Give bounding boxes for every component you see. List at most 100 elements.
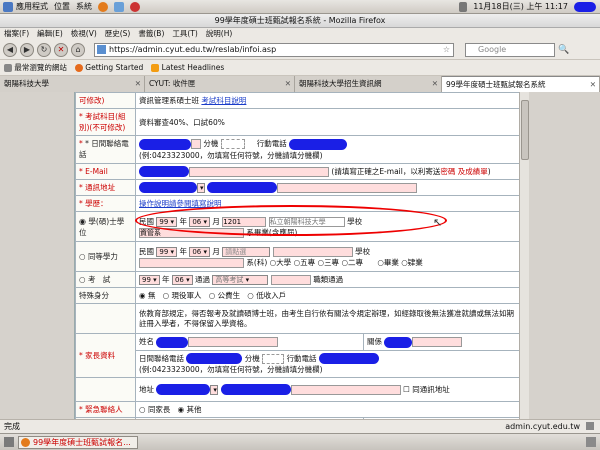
menu-tools[interactable]: 工具(T) [172, 28, 197, 40]
applications-icon[interactable] [3, 1, 13, 12]
firefox-launcher-icon[interactable] [98, 1, 108, 12]
search-go-icon[interactable]: 🔍 [558, 45, 569, 55]
education-label: * 學歷： [75, 195, 136, 212]
equiv-status-withdrawn[interactable]: ○肄業 [401, 258, 423, 267]
clock[interactable]: 11月18日(三) 上午 11:17 [473, 1, 568, 12]
tab-label: 99學年度碩士班甄試報名系統 [446, 80, 546, 89]
parent-name-label: 姓名 [139, 337, 154, 346]
equiv-status-graduated[interactable]: ○畢業 [377, 258, 399, 267]
show-desktop-icon[interactable] [4, 437, 14, 447]
tab-registration[interactable]: 99學年度碩士班甄試報名系統 ✕ [442, 76, 600, 92]
network-icon[interactable] [459, 1, 468, 12]
tab-cyut-home[interactable]: 朝陽科技大學 ✕ [0, 76, 145, 92]
forward-icon[interactable]: ▶ [20, 42, 34, 57]
mail-launcher-icon[interactable] [114, 1, 124, 12]
email-input[interactable] [189, 166, 329, 177]
day-phone-input-redacted[interactable] [139, 138, 191, 150]
status-lowincome-option[interactable]: ○ 低收入戶 [247, 291, 286, 300]
parent-ext-input[interactable] [262, 353, 285, 364]
parent-rel-cell: 關係 [363, 333, 520, 351]
trash-icon[interactable] [586, 437, 596, 447]
security-lock-icon[interactable] [586, 422, 594, 430]
tab-admissions[interactable]: 朝陽科技大學招生資訊網 ✕ [295, 76, 442, 92]
parent-addr-city-redacted[interactable] [156, 384, 211, 396]
search-input[interactable]: Google [465, 42, 555, 57]
menu-file[interactable]: 檔案(F) [4, 28, 29, 40]
address-city-redacted[interactable] [139, 182, 197, 193]
parent-name-input[interactable] [188, 337, 279, 347]
mouse-cursor-icon: ↖ [433, 216, 443, 229]
address-input[interactable] [277, 182, 418, 193]
taskbar-firefox-window[interactable]: 99學年度碩士班甄試報名... [18, 436, 138, 449]
address-street-redacted[interactable] [207, 182, 278, 193]
parent-addr-city-select[interactable]: ▾ [210, 384, 219, 395]
ext-input[interactable] [220, 139, 245, 149]
menu-edit[interactable]: 編輯(E) [37, 28, 63, 40]
address-city-select[interactable]: ▾ [197, 182, 205, 193]
equiv-option-2yr[interactable]: ○二專 [341, 258, 363, 267]
menu-bookmarks[interactable]: 書籤(B) [138, 28, 164, 40]
menu-view[interactable]: 檢視(V) [71, 28, 97, 40]
menu-system[interactable]: 系統 [76, 1, 92, 12]
menu-history[interactable]: 歷史(S) [105, 28, 131, 40]
bookmark-star-icon[interactable]: ☆ [443, 44, 450, 56]
equiv-district-select[interactable]: 請點選 [222, 246, 271, 257]
vertical-scrollbar[interactable] [519, 92, 529, 419]
user-menu-redacted[interactable] [574, 1, 596, 12]
home-icon[interactable]: ⌂ [71, 42, 85, 57]
bookmark-most-visited[interactable]: 最常瀏覽的網站 [4, 62, 67, 73]
ext-label: 分機 [203, 139, 219, 148]
back-icon[interactable]: ◀ [3, 42, 17, 57]
site-identity-icon[interactable] [97, 44, 106, 54]
emergency-other-option[interactable]: ◉ 其他 [178, 405, 202, 414]
equiv-option-university[interactable]: ○大學 [270, 258, 292, 267]
day-phone-input[interactable] [191, 139, 201, 149]
equiv-radio-icon[interactable]: ○ [79, 252, 86, 261]
url-input[interactable]: https://admin.cyut.edu.tw/reslab/infoi.a… [94, 42, 454, 57]
status-funded-option[interactable]: ○ 公費生 [209, 291, 240, 300]
stop-icon[interactable]: ✕ [54, 42, 68, 57]
close-tab-icon[interactable]: ✕ [590, 77, 596, 92]
parent-same-checkbox[interactable]: ☐ 同通訊地址 [403, 385, 450, 394]
parent-rel-input[interactable] [412, 337, 463, 347]
menu-places[interactable]: 位置 [54, 1, 70, 12]
equiv-option-5yr[interactable]: ○五專 [294, 258, 316, 267]
equiv-year-select[interactable]: 99 ▾ [156, 246, 178, 257]
close-tab-icon[interactable]: ✕ [135, 76, 141, 91]
equiv-school-input[interactable] [272, 246, 353, 257]
exam2-month-select[interactable]: 06 ▾ [171, 275, 193, 285]
close-tab-icon[interactable]: ✕ [285, 76, 291, 91]
parent-phone-redacted[interactable] [186, 353, 243, 364]
exam2-radio-icon[interactable]: ○ [79, 275, 86, 284]
status-none-option[interactable]: ◉ 無 [139, 291, 155, 300]
status-military-option[interactable]: ○ 現役軍人 [163, 291, 202, 300]
emergency-same-option[interactable]: ○ 同家長 [139, 405, 170, 414]
day-phone-label: * * 日間聯絡電話 [75, 135, 136, 164]
equiv-month-select[interactable]: 06 ▾ [189, 246, 211, 257]
degree-radio-icon[interactable]: ◉ [79, 217, 86, 226]
email-label: * E-Mail [75, 162, 136, 180]
scrollbar-thumb[interactable] [521, 100, 529, 160]
parent-rel-redacted[interactable] [384, 336, 413, 348]
exam2-year-select[interactable]: 99 ▾ [139, 275, 160, 285]
menu-bar: 檔案(F) 編輯(E) 檢視(V) 歷史(S) 書籤(B) 工具(T) 說明(H… [0, 28, 600, 40]
parent-mobile-redacted[interactable] [318, 353, 379, 364]
tab-cyut-mail[interactable]: CYUT: 收件匣 ✕ [145, 76, 295, 92]
parent-name-redacted[interactable] [156, 336, 189, 348]
exam-subjects-link[interactable]: 考試科目說明 [201, 96, 246, 105]
exam2-type-select[interactable]: 高等考試 ▾ [212, 275, 269, 285]
parent-addr-input[interactable] [290, 384, 401, 395]
equiv-option-3yr[interactable]: ○三專 [318, 258, 340, 267]
menu-applications[interactable]: 應用程式 [16, 1, 48, 12]
reload-icon[interactable]: ↻ [37, 42, 51, 57]
close-tab-icon[interactable]: ✕ [432, 76, 438, 91]
help-launcher-icon[interactable] [130, 1, 140, 12]
menu-help[interactable]: 說明(H) [206, 28, 233, 40]
bookmark-latest-headlines[interactable]: Latest Headlines [151, 63, 224, 72]
email-input-redacted[interactable] [139, 166, 189, 177]
mobile-input-redacted[interactable] [289, 138, 348, 150]
exam2-category-input[interactable] [270, 275, 311, 285]
parent-addr-street-redacted[interactable] [220, 384, 291, 396]
equiv-dept-input[interactable] [139, 257, 244, 268]
bookmark-getting-started[interactable]: Getting Started [74, 63, 143, 72]
